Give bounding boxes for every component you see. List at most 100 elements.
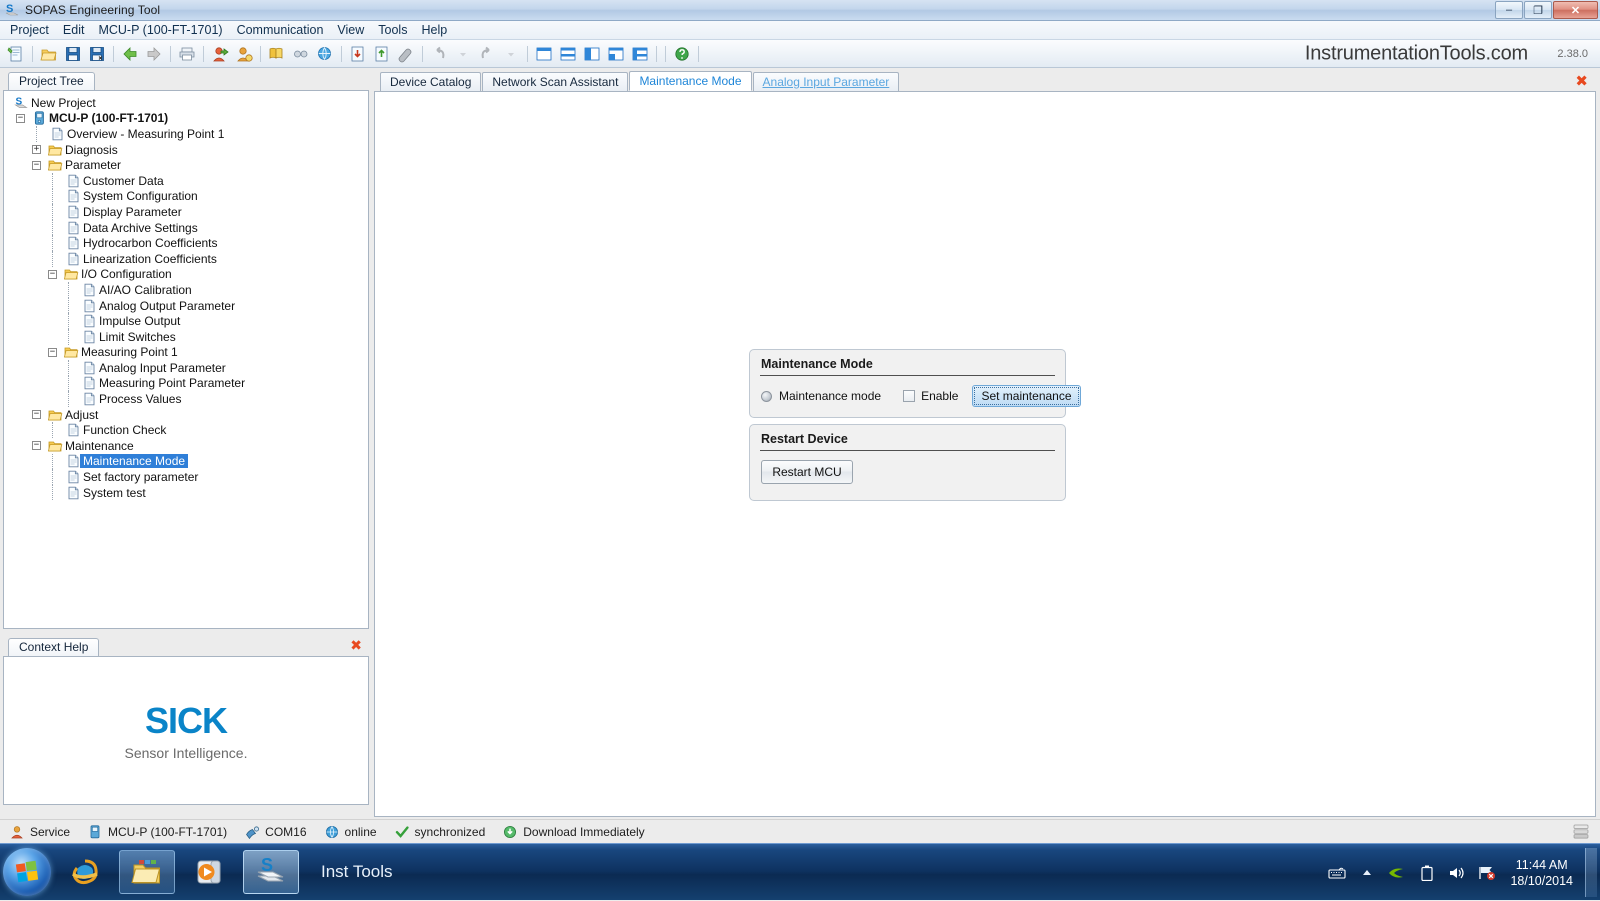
open-folder-icon[interactable]	[38, 43, 60, 65]
print-icon[interactable]	[176, 43, 198, 65]
taskbar-clock[interactable]: 11:44 AM 18/10/2014	[1510, 857, 1573, 889]
tree-node-measuring-point-parameter[interactable]: Measuring Point Parameter	[10, 375, 368, 392]
tree-node-diagnosis[interactable]: + Diagnosis	[10, 142, 368, 158]
download-to-device-icon[interactable]	[347, 43, 369, 65]
taskbar-file-explorer-button[interactable]	[119, 850, 175, 894]
tree-collapse-icon[interactable]: −	[32, 410, 41, 420]
show-hidden-icons-icon[interactable]	[1356, 862, 1378, 884]
menu-view[interactable]: View	[330, 22, 371, 38]
layout-horizontal-split-icon[interactable]	[557, 43, 579, 65]
save-icon[interactable]	[62, 43, 84, 65]
show-desktop-button[interactable]	[1585, 848, 1597, 897]
taskbar-internet-explorer-button[interactable]	[57, 850, 113, 894]
new-document-icon[interactable]	[5, 43, 27, 65]
tree-node-i-o-configuration[interactable]: − I/O Configuration	[10, 267, 368, 283]
main-close-icon[interactable]: ✖	[1575, 72, 1588, 90]
volume-icon[interactable]	[1446, 862, 1468, 884]
tree-node-new-project[interactable]: S New Project	[10, 95, 368, 111]
tree-collapse-icon[interactable]: −	[48, 269, 57, 279]
tree-collapse-icon[interactable]: −	[32, 160, 41, 170]
status-item-service[interactable]: Service	[10, 825, 70, 839]
tree-node-maintenance[interactable]: − Maintenance	[10, 438, 368, 454]
back-arrow-icon[interactable]	[119, 43, 141, 65]
set-maintenance-button[interactable]: Set maintenance	[972, 385, 1081, 407]
tree-node-customer-data[interactable]: Customer Data	[10, 172, 368, 189]
menu-edit[interactable]: Edit	[56, 22, 92, 38]
layout-four-pane-icon[interactable]	[629, 43, 651, 65]
start-button[interactable]	[3, 848, 51, 896]
save-as-icon[interactable]	[86, 43, 108, 65]
user-logout-icon[interactable]	[233, 43, 255, 65]
forward-arrow-icon[interactable]	[143, 43, 165, 65]
tab-analog-input-parameter[interactable]: Analog Input Parameter	[752, 72, 900, 91]
tree-node-process-values[interactable]: Process Values	[10, 391, 368, 407]
tree-node-impulse-output[interactable]: Impulse Output	[10, 313, 368, 329]
tree-node-hydrocarbon-coefficients[interactable]: Hydrocarbon Coefficients	[10, 235, 368, 251]
internet-scan-icon[interactable]	[314, 43, 336, 65]
menu-device[interactable]: MCU-P (100-FT-1701)	[91, 22, 229, 38]
status-item-download-immediately[interactable]: Download Immediately	[503, 825, 645, 839]
tree-node-overview-measuring-point-1[interactable]: Overview - Measuring Point 1	[10, 126, 368, 142]
tab-project-tree[interactable]: Project Tree	[8, 72, 95, 90]
tab-network-scan-assistant[interactable]: Network Scan Assistant	[482, 72, 629, 91]
tree-collapse-icon[interactable]: −	[48, 347, 57, 357]
tree-node-analog-input-parameter[interactable]: Analog Input Parameter	[10, 360, 368, 376]
tree-node-mcu-p-100-ft-1701[interactable]: − MCU-P (100-FT-1701)	[10, 111, 368, 127]
maximize-button[interactable]: ❐	[1524, 1, 1552, 19]
tab-context-help[interactable]: Context Help	[8, 638, 100, 656]
tree-node-linearization-coefficients[interactable]: Linearization Coefficients	[10, 250, 368, 267]
menu-tools[interactable]: Tools	[371, 22, 414, 38]
tree-node-maintenance-mode[interactable]: Maintenance Mode	[10, 453, 368, 470]
tree-node-set-factory-parameter[interactable]: Set factory parameter	[10, 469, 368, 485]
menu-communication[interactable]: Communication	[230, 22, 331, 38]
tree-collapse-icon[interactable]: −	[16, 113, 25, 123]
device-catalog-icon[interactable]	[266, 43, 288, 65]
tab-device-catalog[interactable]: Device Catalog	[380, 72, 482, 91]
layout-three-pane-icon[interactable]	[605, 43, 627, 65]
battery-icon[interactable]	[1416, 862, 1438, 884]
user-login-icon[interactable]	[209, 43, 231, 65]
status-item-synchronized[interactable]: synchronized	[395, 825, 485, 839]
tree-node-display-parameter[interactable]: Display Parameter	[10, 204, 368, 220]
menu-help[interactable]: Help	[414, 22, 454, 38]
tree-node-ai-ao-calibration[interactable]: AI/AO Calibration	[10, 282, 368, 298]
enable-checkbox[interactable]	[903, 390, 916, 402]
enable-checkbox-label: Enable	[921, 389, 959, 403]
undo-icon[interactable]	[428, 43, 450, 65]
action-center-icon[interactable]	[1476, 862, 1498, 884]
taskbar-media-player-button[interactable]	[181, 850, 237, 894]
tree-node-adjust[interactable]: − Adjust	[10, 407, 368, 423]
status-item-mcu-p-100-ft-1701[interactable]: MCU-P (100-FT-1701)	[88, 825, 227, 839]
layout-vertical-split-icon[interactable]	[581, 43, 603, 65]
tree-node-function-check[interactable]: Function Check	[10, 422, 368, 438]
close-button[interactable]: ✕	[1553, 1, 1598, 19]
redo-icon[interactable]	[476, 43, 498, 65]
project-tree-body[interactable]: S New Project − MCU-P (100-FT-1701) Overview…	[3, 90, 369, 629]
status-item-online[interactable]: online	[325, 825, 377, 839]
tree-node-parameter[interactable]: − Parameter	[10, 157, 368, 173]
minimize-button[interactable]: –	[1495, 1, 1523, 19]
upload-from-device-icon[interactable]	[371, 43, 393, 65]
undo-dropdown-icon[interactable]	[452, 43, 474, 65]
network-scan-icon[interactable]	[290, 43, 312, 65]
tree-node-limit-switches[interactable]: Limit Switches	[10, 328, 368, 345]
eraser-icon[interactable]	[395, 43, 417, 65]
tree-node-analog-output-parameter[interactable]: Analog Output Parameter	[10, 297, 368, 314]
taskbar-sopas-button[interactable]: S	[243, 850, 299, 894]
restart-mcu-button[interactable]: Restart MCU	[761, 460, 853, 484]
status-item-com16[interactable]: COM16	[245, 825, 307, 839]
context-help-close-icon[interactable]: ✖	[350, 639, 362, 653]
tree-node-data-archive-settings[interactable]: Data Archive Settings	[10, 219, 368, 236]
tree-collapse-icon[interactable]: −	[32, 441, 41, 451]
help-icon[interactable]	[671, 43, 693, 65]
tree-node-system-test[interactable]: System test	[10, 484, 368, 501]
layout-single-icon[interactable]	[533, 43, 555, 65]
tree-node-system-configuration[interactable]: System Configuration	[10, 188, 368, 205]
tree-node-measuring-point-1[interactable]: − Measuring Point 1	[10, 345, 368, 361]
menu-project[interactable]: Project	[3, 22, 56, 38]
nvidia-icon[interactable]	[1386, 862, 1408, 884]
keyboard-icon[interactable]	[1326, 862, 1348, 884]
redo-dropdown-icon[interactable]	[500, 43, 522, 65]
tree-expand-icon[interactable]: +	[32, 145, 41, 155]
tab-maintenance-mode[interactable]: Maintenance Mode	[629, 71, 752, 91]
